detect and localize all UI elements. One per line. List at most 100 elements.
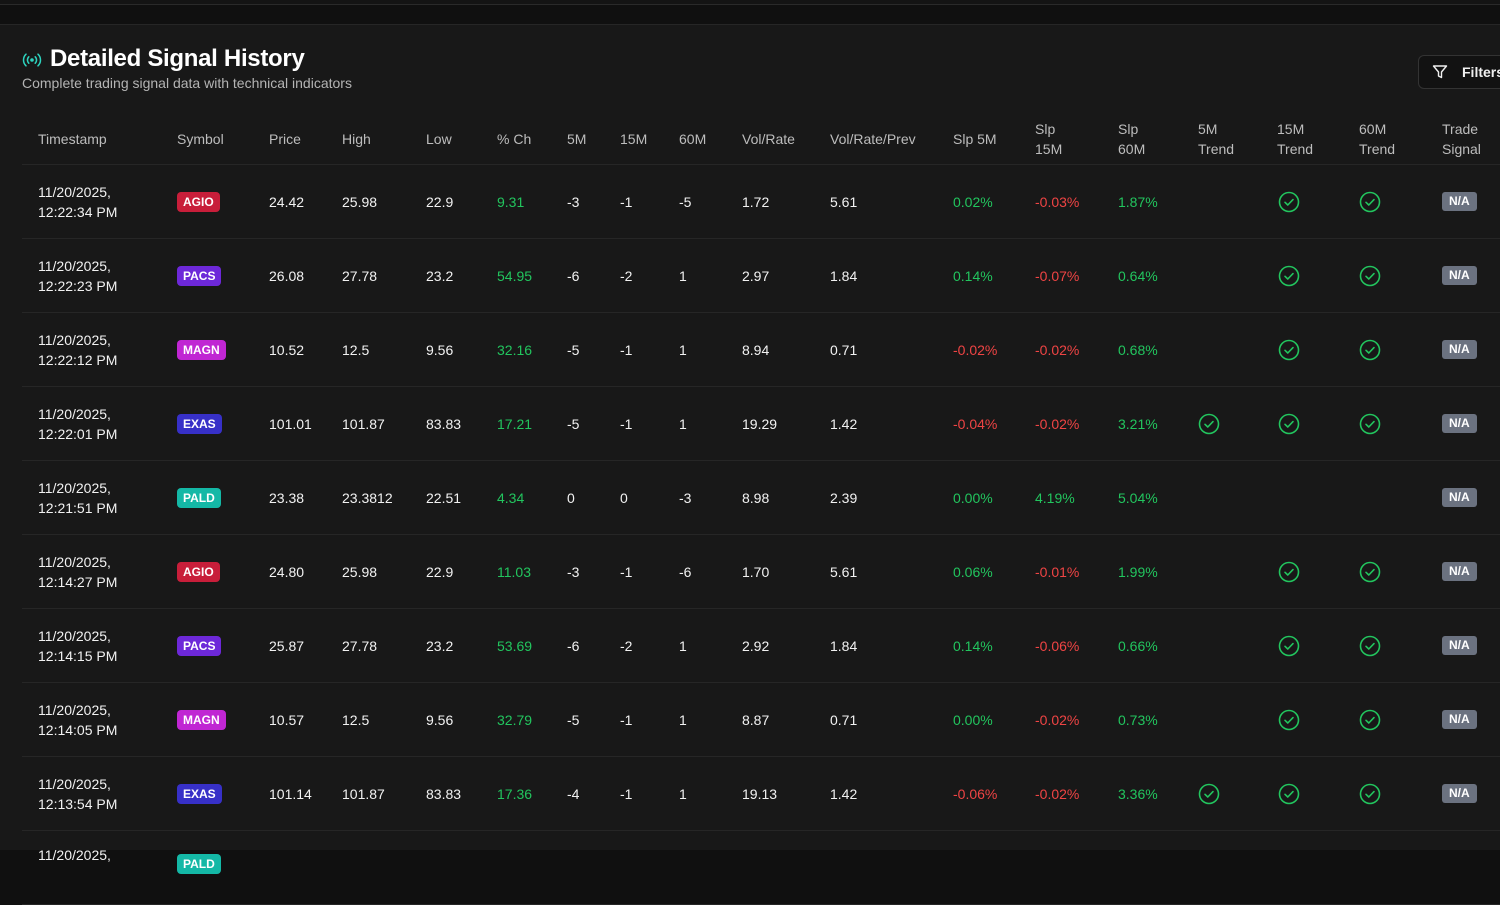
price-cell: 10.57 <box>269 683 304 756</box>
timestamp-date: 11/20/2025, <box>38 701 111 718</box>
header-5m[interactable]: 5M <box>567 113 586 164</box>
symbol-badge[interactable]: MAGN <box>177 339 226 360</box>
m15-cell: -2 <box>620 609 632 682</box>
symbol-cell: PACS <box>177 239 222 312</box>
vol-rate-prev-value: 5.61 <box>830 563 858 580</box>
check-circle-icon <box>1359 709 1381 730</box>
header-15m[interactable]: 15M <box>620 113 647 164</box>
header-60m[interactable]: 60M <box>679 113 706 164</box>
m15-cell: -1 <box>620 683 632 756</box>
high-value: 25.98 <box>342 193 378 210</box>
trade-signal-badge[interactable]: N/A <box>1442 636 1477 655</box>
header-price[interactable]: Price <box>269 113 301 164</box>
slp-5m-cell: 0.14% <box>953 239 993 312</box>
header-pct-change[interactable]: % Ch <box>497 113 531 164</box>
vol-rate-value: 19.29 <box>742 415 778 432</box>
vol-rate-prev-cell: 2.39 <box>830 461 857 534</box>
header-60m-trend[interactable]: 60M Trend <box>1359 113 1395 164</box>
header-slp-60m[interactable]: Slp 60M <box>1118 113 1145 164</box>
timestamp-date: 11/20/2025, <box>38 183 111 200</box>
table-row[interactable]: 11/20/2025, 12:22:23 PM PACS 26.08 27.78 23.2… <box>22 239 1500 313</box>
trade-signal-badge[interactable]: N/A <box>1442 710 1477 729</box>
slp-5m-value: -0.04% <box>953 415 998 432</box>
symbol-badge[interactable]: MAGN <box>177 709 226 730</box>
trade-signal-cell: N/A <box>1442 387 1477 460</box>
timestamp-date: 11/20/2025, <box>38 847 111 863</box>
symbol-badge[interactable]: AGIO <box>177 191 220 212</box>
trade-signal-badge[interactable]: N/A <box>1442 192 1477 211</box>
price-cell: 25.87 <box>269 609 304 682</box>
filters-button[interactable]: Filters <box>1418 55 1500 89</box>
symbol-cell: AGIO <box>177 165 220 238</box>
header-15m-trend[interactable]: 15M Trend <box>1277 113 1313 164</box>
header-5m-trend[interactable]: 5M Trend <box>1198 113 1234 164</box>
m5-value: -6 <box>567 637 580 654</box>
slp-60m-cell: 1.87% <box>1118 165 1158 238</box>
symbol-badge[interactable]: EXAS <box>177 413 222 434</box>
timestamp-date: 11/20/2025, <box>38 405 111 422</box>
check-circle-icon <box>1278 339 1300 360</box>
header-slp-15m-line2: 15M <box>1035 140 1063 157</box>
m5-value: -3 <box>567 563 580 580</box>
slp-5m-value: -0.06% <box>953 785 998 802</box>
price-cell: 10.52 <box>269 313 304 386</box>
header-slp-15m[interactable]: Slp 15M <box>1035 113 1062 164</box>
table-row[interactable]: 11/20/2025, 12:22:34 PM AGIO 24.42 25.98 22.9… <box>22 165 1500 239</box>
high-cell: 12.5 <box>342 683 369 756</box>
check-circle-icon <box>1278 561 1300 582</box>
symbol-badge[interactable]: PACS <box>177 265 222 286</box>
table-row[interactable]: 11/20/2025, 12:22:12 PM MAGN 10.52 12.5 9.56 3… <box>22 313 1500 387</box>
trade-signal-cell: N/A <box>1442 313 1477 386</box>
header-low[interactable]: Low <box>426 113 452 164</box>
trade-signal-badge[interactable]: N/A <box>1442 266 1477 285</box>
t60-trend-cell <box>1359 609 1381 682</box>
trade-signal-badge[interactable]: N/A <box>1442 562 1477 581</box>
table-row-partial[interactable]: 11/20/2025, PALD <box>22 831 1500 905</box>
slp-15m-cell: -0.02% <box>1035 683 1079 756</box>
pct-change-cell: 32.16 <box>497 313 532 386</box>
timestamp-time: 12:14:15 PM <box>38 647 118 664</box>
timestamp-date: 11/20/2025, <box>38 257 111 274</box>
low-value: 22.51 <box>426 489 462 506</box>
vol-rate-cell: 19.29 <box>742 387 777 460</box>
slp-5m-value: 0.14% <box>953 637 993 654</box>
high-cell: 27.78 <box>342 609 377 682</box>
table-row[interactable]: 11/20/2025, 12:14:05 PM MAGN 10.57 12.5 9.56 3… <box>22 683 1500 757</box>
header-timestamp[interactable]: Timestamp <box>38 113 107 164</box>
slp-60m-value: 0.66% <box>1118 637 1158 654</box>
table-row[interactable]: 11/20/2025, 12:14:27 PM AGIO 24.80 25.98 22.9… <box>22 535 1500 609</box>
header-symbol[interactable]: Symbol <box>177 113 224 164</box>
symbol-badge[interactable]: PALD <box>177 854 221 874</box>
symbol-badge[interactable]: PACS <box>177 635 222 656</box>
header-trade-signal[interactable]: Trade Signal <box>1442 113 1481 164</box>
table-row[interactable]: 11/20/2025, 12:22:01 PM EXAS 101.01 101.87 83… <box>22 387 1500 461</box>
timestamp-time: 12:22:01 PM <box>38 425 118 442</box>
header-high[interactable]: High <box>342 113 371 164</box>
table-row[interactable]: 11/20/2025, 12:14:15 PM PACS 25.87 27.78 23.2… <box>22 609 1500 683</box>
trade-signal-badge[interactable]: N/A <box>1442 784 1477 803</box>
timestamp-time: 12:22:34 PM <box>38 203 118 220</box>
high-value: 12.5 <box>342 711 370 728</box>
header-15m-trend-line2: Trend <box>1277 140 1314 157</box>
vol-rate-value: 1.70 <box>742 563 770 580</box>
symbol-badge[interactable]: EXAS <box>177 783 222 804</box>
symbol-badge[interactable]: PALD <box>177 487 221 508</box>
price-value: 10.57 <box>269 711 305 728</box>
trade-signal-badge[interactable]: N/A <box>1442 340 1477 359</box>
slp-15m-cell: -0.02% <box>1035 387 1079 460</box>
high-value: 101.87 <box>342 785 385 802</box>
header-vol-rate-prev[interactable]: Vol/Rate/Prev <box>830 113 916 164</box>
trade-signal-badge[interactable]: N/A <box>1442 488 1477 507</box>
high-cell: 25.98 <box>342 165 377 238</box>
symbol-badge[interactable]: AGIO <box>177 561 220 582</box>
header-slp-5m[interactable]: Slp 5M <box>953 113 997 164</box>
table-row[interactable]: 11/20/2025, 12:21:51 PM PALD 23.38 23.3812 22… <box>22 461 1500 535</box>
header-vol-rate[interactable]: Vol/Rate <box>742 113 795 164</box>
table-row[interactable]: 11/20/2025, 12:13:54 PM EXAS 101.14 101.87 83… <box>22 757 1500 831</box>
vol-rate-prev-value: 5.61 <box>830 193 858 210</box>
low-value: 22.9 <box>426 563 454 580</box>
vol-rate-value: 8.98 <box>742 489 770 506</box>
m60-value: 1 <box>679 341 687 358</box>
trade-signal-badge[interactable]: N/A <box>1442 414 1477 433</box>
m15-value: 0 <box>620 489 628 506</box>
